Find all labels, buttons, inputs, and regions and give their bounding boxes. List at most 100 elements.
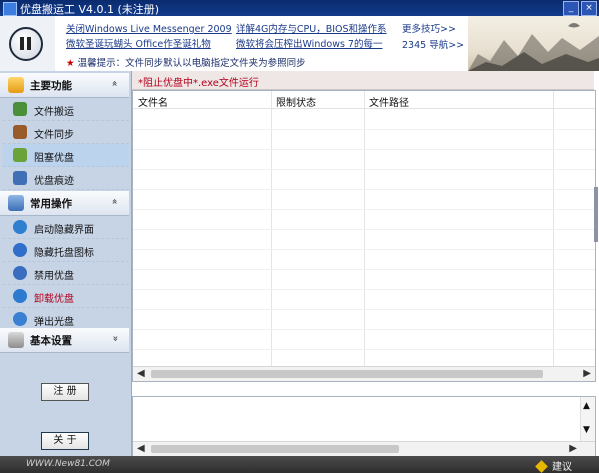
file-list[interactable]: 文件名 限制状态 文件路径 ◀ ▶ <box>132 90 596 382</box>
sidebar-item-block-usb[interactable]: 阻塞优盘 <box>3 144 129 167</box>
suggest-label: 建议 <box>552 462 572 473</box>
scroll-down-icon[interactable]: ▼ <box>583 425 590 435</box>
section-common-ops[interactable]: 常用操作 » <box>0 191 129 216</box>
sidebar-item-label: 禁用优盘 <box>34 271 74 282</box>
table-row <box>133 189 595 190</box>
suggest-icon <box>535 460 548 473</box>
chevron-down-icon: » <box>109 335 121 342</box>
minimize-button[interactable]: _ <box>563 1 579 16</box>
sidebar-item-label: 优盘痕迹 <box>34 176 74 187</box>
tip-star: ★ <box>66 58 75 69</box>
scroll-thumb[interactable] <box>151 370 543 378</box>
column-divider <box>553 91 554 381</box>
table-row <box>133 129 595 130</box>
block-hint-text: *阻止优盘中*.exe文件运行 <box>138 78 259 89</box>
sidebar: 主要功能 » 文件搬运 文件同步 阻塞优盘 优盘痕迹 常用操作 » 启动隐藏界面… <box>0 71 132 456</box>
tools-icon <box>8 332 24 348</box>
window-title: 优盘搬运工 V4.0.1 (未注册) <box>20 3 160 16</box>
suggest-button[interactable]: 建议 <box>535 458 572 473</box>
sidebar-item-label: 启动隐藏界面 <box>34 225 94 236</box>
log-area[interactable]: ▲ ▼ ◀ ▶ <box>132 396 596 456</box>
sidebar-item-launch-hidden[interactable]: 启动隐藏界面 <box>3 216 129 239</box>
scroll-up-icon[interactable]: ▲ <box>583 401 590 411</box>
table-row <box>133 249 595 250</box>
section-basic-settings[interactable]: 基本设置 » <box>0 328 129 353</box>
cart-icon <box>13 102 27 116</box>
title-bar: 优盘搬运工 V4.0.1 (未注册) _ × <box>0 0 599 16</box>
sidebar-item-hide-tray[interactable]: 隐藏托盘图标 <box>3 239 129 262</box>
log-hscrollbar[interactable]: ◀ ▶ <box>133 441 595 456</box>
table-row <box>133 209 595 210</box>
sidebar-item-label: 卸载优盘 <box>34 294 74 305</box>
table-row <box>133 229 595 230</box>
sidebar-item-label: 文件搬运 <box>34 107 74 118</box>
site-watermark: WWW.New81.COM <box>26 459 110 469</box>
sidebar-item-unmount-usb[interactable]: 卸载优盘 <box>3 285 129 308</box>
block-hint-bar: *阻止优盘中*.exe文件运行 <box>132 71 594 90</box>
app-icon <box>3 2 17 16</box>
news-link[interactable]: 关闭Windows Live Messenger 2009 <box>66 21 232 35</box>
table-row <box>133 289 595 290</box>
status-bar: WWW.New81.COM 建议 <box>0 456 599 473</box>
column-divider <box>364 91 365 381</box>
tip-text: ★ 温馨提示：文件同步默认以电脑指定文件夹为参照同步 <box>66 55 306 69</box>
scroll-left-icon[interactable]: ◀ <box>137 368 145 379</box>
column-header-path[interactable]: 文件路径 <box>369 94 409 109</box>
operations-icon <box>8 195 24 211</box>
chevron-up-icon: » <box>109 198 121 205</box>
table-row <box>133 269 595 270</box>
table-row <box>133 309 595 310</box>
nav-2345-link[interactable]: 2345 导航>> <box>402 37 464 51</box>
banner: 关闭Windows Live Messenger 2009 微软圣诞玩蝴头 Of… <box>0 16 599 72</box>
section-main-functions[interactable]: 主要功能 » <box>0 73 129 98</box>
more-tips-link[interactable]: 更多技巧>> <box>402 21 456 35</box>
info-icon <box>13 243 27 257</box>
scroll-right-icon[interactable]: ▶ <box>583 368 591 379</box>
sidebar-item-disable-usb[interactable]: 禁用优盘 <box>3 262 129 285</box>
scroll-thumb[interactable] <box>151 445 399 453</box>
landscape-image <box>468 16 599 71</box>
sidebar-item-label: 文件同步 <box>34 130 74 141</box>
section-label: 常用操作 <box>30 198 72 210</box>
news-link[interactable]: 详解4G内存与CPU，BIOS和操作系 <box>236 21 387 35</box>
main-panel: *阻止优盘中*.exe文件运行 文件名 限制状态 文件路径 ◀ ▶ ▲ ▼ ◀ … <box>132 71 599 456</box>
sidebar-item-file-sync[interactable]: 文件同步 <box>3 121 129 144</box>
section-label: 基本设置 <box>30 335 72 347</box>
play-panel <box>0 16 55 71</box>
table-row <box>133 329 595 330</box>
log-vscrollbar[interactable]: ▲ ▼ <box>580 397 595 441</box>
news-link[interactable]: 微软将会压榨出Windows 7的每一 <box>236 36 382 50</box>
close-button[interactable]: × <box>581 1 597 16</box>
eject-icon <box>13 312 27 326</box>
column-header-filename[interactable]: 文件名 <box>138 94 168 109</box>
window-edge-handle <box>594 187 598 242</box>
table-row <box>133 149 595 150</box>
sidebar-item-label: 隐藏托盘图标 <box>34 248 94 259</box>
chevron-up-icon: » <box>109 80 121 87</box>
column-header-status[interactable]: 限制状态 <box>276 94 316 109</box>
register-button[interactable]: 注 册 <box>41 383 89 401</box>
sidebar-item-label: 阻塞优盘 <box>34 153 74 164</box>
usb-block-icon <box>13 148 27 162</box>
sidebar-item-label: 弹出光盘 <box>34 317 74 328</box>
sidebar-item-file-move[interactable]: 文件搬运 <box>3 98 129 121</box>
pause-icon[interactable] <box>9 27 43 61</box>
scroll-right-icon[interactable]: ▶ <box>569 443 577 454</box>
table-row <box>133 349 595 350</box>
table-row <box>133 169 595 170</box>
window-controls: _ × <box>563 1 597 16</box>
folder-icon <box>8 77 24 93</box>
column-divider <box>271 91 272 381</box>
tip-message: 温馨提示：文件同步默认以电脑指定文件夹为参照同步 <box>77 58 306 69</box>
scroll-left-icon[interactable]: ◀ <box>137 443 145 454</box>
broom-icon <box>13 171 27 185</box>
section-label: 主要功能 <box>30 80 72 92</box>
file-list-hscrollbar[interactable]: ◀ ▶ <box>133 366 595 381</box>
refresh-icon <box>13 289 27 303</box>
power-icon <box>13 220 27 234</box>
news-link[interactable]: 微软圣诞玩蝴头 Office作圣诞礼物 <box>66 36 211 50</box>
briefcase-icon <box>13 125 27 139</box>
sidebar-item-usb-traces[interactable]: 优盘痕迹 <box>3 167 129 190</box>
about-button[interactable]: 关 于 <box>41 432 89 450</box>
close-circle-icon <box>13 266 27 280</box>
